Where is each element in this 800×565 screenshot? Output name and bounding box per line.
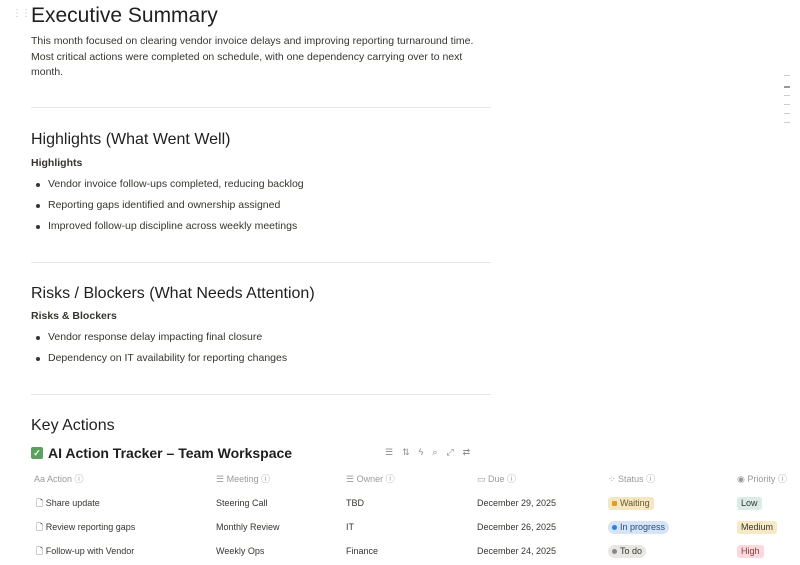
- list-item: Dependency on IT availability for report…: [31, 352, 287, 373]
- priority-badge: Medium: [737, 521, 777, 534]
- settings-icon[interactable]: ⇄: [463, 447, 471, 458]
- drag-handle-icon[interactable]: ⋮⋮: [12, 8, 30, 19]
- database-toolbar: ☰ ⇅ ϟ ⌕ ⤢ ⇄: [385, 447, 470, 458]
- intro-paragraph: This month focused on clearing vendor in…: [31, 34, 491, 81]
- due-cell: December 26, 2025: [477, 515, 556, 539]
- column-header-due[interactable]: ▭ Due ⓘ: [477, 467, 516, 491]
- meeting-cell: Weekly Ops: [216, 539, 264, 563]
- owner-cell: TBD: [346, 491, 364, 515]
- sort-icon[interactable]: ⇅: [402, 447, 410, 458]
- status-badge: Waiting: [608, 497, 654, 510]
- risks-heading: Risks / Blockers (What Needs Attention): [31, 285, 315, 303]
- table-row[interactable]: 🗋 Share update Steering Call TBD Decembe…: [0, 491, 800, 515]
- risks-list: Vendor response delay impacting final cl…: [31, 331, 287, 373]
- list-item: Vendor response delay impacting final cl…: [31, 331, 287, 352]
- divider: [31, 262, 491, 263]
- table-header: Aa Action ⓘ ☰ Meeting ⓘ ☰ Owner ⓘ ▭ Due …: [0, 467, 800, 491]
- search-icon[interactable]: ⌕: [432, 447, 437, 458]
- column-header-status[interactable]: ⁘ Status ⓘ: [608, 467, 655, 491]
- highlights-list: Vendor invoice follow-ups completed, red…: [31, 178, 304, 241]
- automation-icon[interactable]: ϟ: [419, 447, 424, 458]
- action-cell[interactable]: 🗋 Share update: [36, 491, 100, 515]
- status-cell: To do: [608, 539, 646, 563]
- filter-icon[interactable]: ☰: [385, 447, 393, 458]
- column-header-action[interactable]: Aa Action ⓘ: [34, 467, 84, 491]
- meeting-cell: Steering Call: [216, 491, 268, 515]
- list-item: Improved follow-up discipline across wee…: [31, 220, 304, 241]
- priority-cell: Medium: [737, 515, 777, 539]
- list-item: Vendor invoice follow-ups completed, red…: [31, 178, 304, 199]
- database-title-text: AI Action Tracker – Team Workspace: [48, 445, 292, 461]
- action-cell[interactable]: 🗋 Follow-up with Vendor: [36, 539, 134, 563]
- column-header-meeting[interactable]: ☰ Meeting ⓘ: [216, 467, 270, 491]
- risks-subheading: Risks & Blockers: [31, 310, 117, 322]
- priority-cell: High: [737, 539, 764, 563]
- priority-cell: Low: [737, 491, 762, 515]
- due-cell: December 24, 2025: [477, 539, 556, 563]
- checkbox-icon: ✓: [31, 447, 43, 459]
- priority-badge: Low: [737, 497, 762, 510]
- due-cell: December 29, 2025: [477, 491, 556, 515]
- expand-icon[interactable]: ⤢: [446, 447, 453, 458]
- table-row[interactable]: 🗋 Review reporting gaps Monthly Review I…: [0, 515, 800, 539]
- status-cell: In progress: [608, 515, 669, 539]
- highlights-heading: Highlights (What Went Well): [31, 131, 230, 149]
- column-header-owner[interactable]: ☰ Owner ⓘ: [346, 467, 395, 491]
- list-item: Reporting gaps identified and ownership …: [31, 199, 304, 220]
- table-row[interactable]: 🗋 Follow-up with Vendor Weekly Ops Finan…: [0, 539, 800, 563]
- owner-cell: Finance: [346, 539, 378, 563]
- action-cell[interactable]: 🗋 Review reporting gaps: [36, 515, 135, 539]
- priority-badge: High: [737, 545, 764, 558]
- meeting-cell: Monthly Review: [216, 515, 280, 539]
- owner-cell: IT: [346, 515, 354, 539]
- key-actions-heading: Key Actions: [31, 417, 115, 435]
- status-badge: To do: [608, 545, 646, 558]
- highlights-subheading: Highlights: [31, 157, 82, 169]
- page-title: Executive Summary: [31, 4, 218, 28]
- divider: [31, 107, 491, 108]
- status-badge: In progress: [608, 521, 669, 534]
- status-cell: Waiting: [608, 491, 654, 515]
- divider: [31, 394, 491, 395]
- database-title[interactable]: ✓ AI Action Tracker – Team Workspace: [31, 445, 292, 461]
- column-header-priority[interactable]: ◉ Priority ⓘ: [737, 467, 787, 491]
